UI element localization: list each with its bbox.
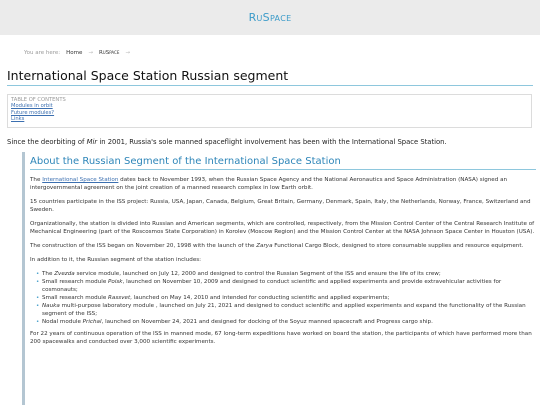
- section-title: About the Russian Segment of the Interna…: [30, 156, 536, 170]
- list-item: Nodal module Prichal, launched on Novemb…: [36, 318, 536, 326]
- modules-list: The Zvezda service module, launched on J…: [30, 270, 536, 326]
- breadcrumb: You are here: Home → RuSpace →: [24, 50, 130, 56]
- list-item: The Zvezda service module, launched on J…: [36, 270, 536, 278]
- paragraph-includes: In addition to it, the Russian segment o…: [30, 257, 202, 263]
- list-item: Small research module Rassvet, launched …: [36, 294, 536, 302]
- breadcrumb-home-link[interactable]: Home: [66, 50, 82, 56]
- intro-paragraph: Since the deorbiting of Mir in 2001, Rus…: [7, 138, 447, 146]
- mir-name: Mir: [86, 138, 98, 146]
- breadcrumb-prefix: You are here:: [24, 50, 61, 56]
- page-title: International Space Station Russian segm…: [7, 68, 533, 86]
- site-brand[interactable]: RuSpace: [249, 11, 292, 24]
- list-item: Nauka multi-purpose laboratory module , …: [36, 302, 536, 318]
- paragraph-expeditions: For 22 years of continuous operation of …: [30, 331, 532, 345]
- paragraph-countries: 15 countries participate in the ISS proj…: [30, 199, 531, 213]
- breadcrumb-separator: →: [88, 50, 93, 56]
- zarya-name: Zarya: [256, 243, 273, 249]
- paragraph-history: The International Space Station dates ba…: [30, 177, 508, 191]
- paragraph-construction: The construction of the ISS began on Nov…: [30, 243, 524, 249]
- breadcrumb-separator: →: [125, 50, 130, 56]
- list-item: Small research module Poisk, launched on…: [36, 278, 536, 294]
- iss-link[interactable]: International Space Station: [42, 177, 118, 183]
- about-section: About the Russian Segment of the Interna…: [22, 152, 536, 405]
- table-of-contents: Table of contents Modules in orbit Futur…: [7, 94, 532, 128]
- site-header: RuSpace: [0, 0, 540, 35]
- toc-link-links[interactable]: Links: [11, 116, 528, 122]
- paragraph-organization: Organizationally, the station is divided…: [30, 221, 535, 235]
- breadcrumb-ruspace-link[interactable]: RuSpace: [99, 50, 119, 56]
